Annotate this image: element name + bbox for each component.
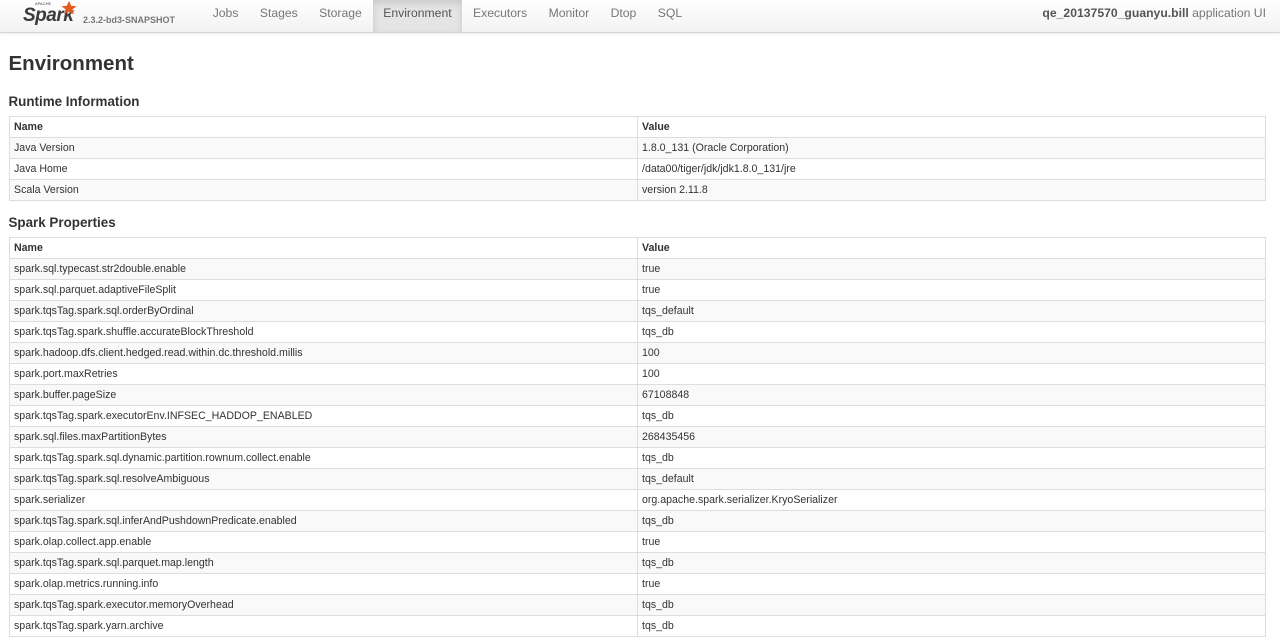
table-row: spark.tqsTag.spark.sql.resolveAmbiguous t… xyxy=(9,468,1266,490)
spark-logo-icon: APACHE Spark xyxy=(23,1,77,26)
spark-properties-heading[interactable]: Spark Properties xyxy=(9,215,116,230)
nav-tab-monitor[interactable]: Monitor xyxy=(538,0,600,32)
runtime-info-heading[interactable]: Runtime Information xyxy=(9,94,140,109)
property-name: spark.sql.typecast.str2double.enable xyxy=(9,258,638,280)
column-header-value[interactable]: Value xyxy=(637,237,1266,259)
table-row: spark.tqsTag.spark.sql.inferAndPushdownP… xyxy=(9,510,1266,532)
table-row: spark.tqsTag.spark.sql.orderByOrdinal tqs… xyxy=(9,300,1266,322)
application-name: qe_20137570_guanyu.bill application UI xyxy=(1042,0,1266,27)
property-value: tqs_db xyxy=(637,594,1266,616)
main-nav: Jobs Stages Storage Environment Executors Mon… xyxy=(202,0,693,32)
property-value: tqs_db xyxy=(637,321,1266,343)
column-header-name[interactable]: Name xyxy=(9,237,638,259)
property-value: 1.8.0_131 (Oracle Corporation) xyxy=(637,137,1266,159)
table-row: spark.sql.files.maxPartitionBytes 2684354… xyxy=(9,426,1266,448)
nav-tab-storage[interactable]: Storage xyxy=(308,0,372,32)
nav-tab-dtop[interactable]: Dtop xyxy=(600,0,647,32)
property-value: true xyxy=(637,573,1266,595)
table-row: spark.hadoop.dfs.client.hedged.read.with… xyxy=(9,342,1266,364)
table-row: Java Version 1.8.0_131 (Oracle Corporatio… xyxy=(9,137,1266,159)
property-value: tqs_default xyxy=(637,468,1266,490)
nav-tab-jobs[interactable]: Jobs xyxy=(202,0,249,32)
runtime-info-table: Name Value Java Version 1.8.0_131 (Oracle… xyxy=(9,116,1266,201)
property-name: spark.port.maxRetries xyxy=(9,363,638,385)
table-row: spark.tqsTag.spark.shuffle.accurateBlock… xyxy=(9,321,1266,343)
table-row: spark.tqsTag.spark.sql.dynamic.partition… xyxy=(9,447,1266,469)
property-value: tqs_db xyxy=(637,615,1266,637)
property-name: Scala Version xyxy=(9,179,638,201)
property-name: Java Version xyxy=(9,137,638,159)
property-value: true xyxy=(637,258,1266,280)
property-name: spark.sql.files.maxPartitionBytes xyxy=(9,426,638,448)
property-name: spark.tqsTag.spark.sql.inferAndPushdownP… xyxy=(9,510,638,532)
page-title: Environment xyxy=(8,52,134,75)
nav-tab-environment[interactable]: Environment xyxy=(372,0,463,32)
column-header-value[interactable]: Value xyxy=(637,116,1266,138)
property-value: version 2.11.8 xyxy=(637,179,1266,201)
spark-version: 2.3.2-bd3-SNAPSHOT xyxy=(83,15,176,25)
table-row: spark.tqsTag.spark.executor.memoryOverhe… xyxy=(9,594,1266,616)
table-row: spark.sql.parquet.adaptiveFileSplit true xyxy=(9,279,1266,301)
table-row: spark.olap.metrics.running.info true xyxy=(9,573,1266,595)
spark-properties-table: Name Value spark.sql.typecast.str2double… xyxy=(9,237,1266,637)
property-value: tqs_db xyxy=(637,510,1266,532)
nav-tab-stages[interactable]: Stages xyxy=(249,0,308,32)
property-value: /data00/tiger/jdk/jdk1.8.0_131/jre xyxy=(637,158,1266,180)
table-row: spark.serializer org.apache.spark.seriali… xyxy=(9,489,1266,511)
nav-tab-sql[interactable]: SQL xyxy=(647,0,693,32)
property-value: tqs_db xyxy=(637,405,1266,427)
top-navbar: APACHE Spark 2.3.2-bd3-SNAPSHOT Jobs Stag… xyxy=(0,0,1280,33)
table-row: spark.tqsTag.spark.yarn.archive tqs_db xyxy=(9,615,1266,637)
table-row: Java Home/data00/tiger/jdk/jdk1.8.0_131/… xyxy=(9,158,1266,180)
column-header-name[interactable]: Name xyxy=(9,116,638,138)
property-value: tqs_db xyxy=(637,552,1266,574)
property-name: spark.tqsTag.spark.executorEnv.INFSEC_HA… xyxy=(9,405,638,427)
property-value: 268435456 xyxy=(637,426,1266,448)
property-value: 100 xyxy=(637,363,1266,385)
nav-tab-executors[interactable]: Executors xyxy=(462,0,538,32)
property-name: spark.tqsTag.spark.sql.orderByOrdinal xyxy=(9,300,638,322)
property-name: spark.olap.metrics.running.info xyxy=(9,573,638,595)
property-value: tqs_db xyxy=(637,447,1266,469)
table-row: spark.tqsTag.spark.executorEnv.INFSEC_HA… xyxy=(9,405,1266,427)
property-name: spark.serializer xyxy=(9,489,638,511)
table-row: spark.port.maxRetries 100 xyxy=(9,363,1266,385)
table-row: spark.buffer.pageSize 67108848 xyxy=(9,384,1266,406)
property-value: 100 xyxy=(637,342,1266,364)
property-name: spark.sql.parquet.adaptiveFileSplit xyxy=(9,279,638,301)
property-name: spark.olap.collect.app.enable xyxy=(9,531,638,553)
table-row: spark.tqsTag.spark.sql.parquet.map.lengt… xyxy=(9,552,1266,574)
property-value: tqs_default xyxy=(637,300,1266,322)
table-row: Scala Version version 2.11.8 xyxy=(9,179,1266,201)
property-value: 67108848 xyxy=(637,384,1266,406)
property-name: spark.tqsTag.spark.executor.memoryOverhe… xyxy=(9,594,638,616)
property-name: spark.tqsTag.spark.sql.parquet.map.lengt… xyxy=(9,552,638,574)
table-row: spark.olap.collect.app.enable true xyxy=(9,531,1266,553)
property-value: true xyxy=(637,279,1266,301)
property-name: spark.tqsTag.spark.sql.dynamic.partition… xyxy=(9,447,638,469)
property-value: true xyxy=(637,531,1266,553)
property-name: spark.buffer.pageSize xyxy=(9,384,638,406)
property-name: spark.tqsTag.spark.yarn.archive xyxy=(9,615,638,637)
property-name: spark.tqsTag.spark.sql.resolveAmbiguous xyxy=(9,468,638,490)
app-suffix: application UI xyxy=(1192,6,1266,20)
property-value: org.apache.spark.serializer.KryoSerializ… xyxy=(637,489,1266,511)
property-name: Java Home xyxy=(9,158,638,180)
property-name: spark.hadoop.dfs.client.hedged.read.with… xyxy=(9,342,638,364)
app-id: qe_20137570_guanyu.bill xyxy=(1042,6,1189,20)
property-name: spark.tqsTag.spark.shuffle.accurateBlock… xyxy=(9,321,638,343)
table-row: spark.sql.typecast.str2double.enable true xyxy=(9,258,1266,280)
